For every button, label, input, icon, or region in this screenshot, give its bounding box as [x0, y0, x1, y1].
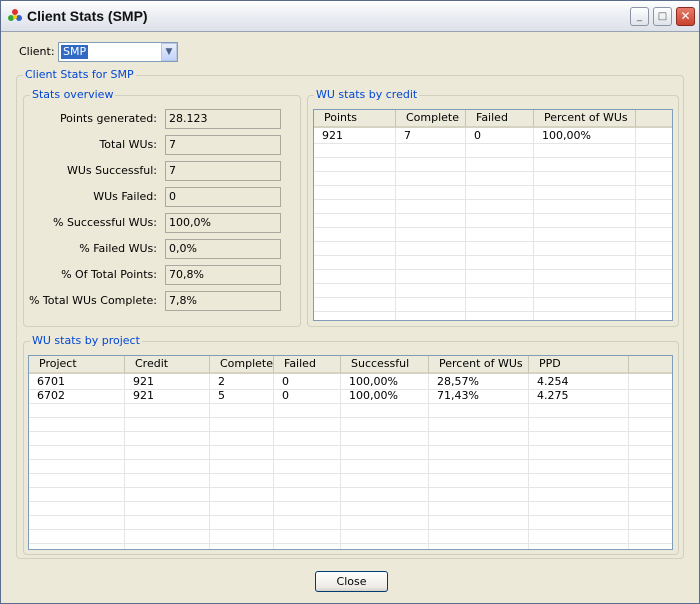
- minimize-icon: _: [637, 11, 642, 22]
- close-icon: ✕: [680, 9, 691, 23]
- table-cell[interactable]: 7: [396, 129, 411, 143]
- row-divider: [314, 171, 672, 172]
- row-divider: [314, 297, 672, 298]
- column-header-filler: [636, 110, 672, 128]
- stat-label: % Total WUs Complete:: [28, 294, 157, 307]
- stat-label: % Of Total Points:: [61, 268, 157, 281]
- stat-value-field: 0: [165, 187, 281, 207]
- row-divider: [29, 501, 672, 502]
- table-cell[interactable]: 0: [274, 389, 289, 403]
- row-divider: [29, 445, 672, 446]
- client-stats-group-title: Client Stats for SMP: [23, 68, 136, 82]
- client-select-value: SMP: [61, 45, 89, 59]
- stat-value-field: 7: [165, 161, 281, 181]
- window-title: Client Stats (SMP): [27, 8, 148, 24]
- table-cell[interactable]: 0: [466, 129, 481, 143]
- row-divider: [314, 185, 672, 186]
- table-cell[interactable]: 6702: [29, 389, 65, 403]
- row-divider: [29, 543, 672, 544]
- stat-value-field: 70,8%: [165, 265, 281, 285]
- table-cell[interactable]: 100,00%: [341, 375, 398, 389]
- column-header[interactable]: Complete: [396, 110, 466, 128]
- row-divider: [314, 157, 672, 158]
- row-divider: [314, 199, 672, 200]
- stat-value-field: 7: [165, 135, 281, 155]
- column-header[interactable]: Percent of WUs: [534, 110, 636, 128]
- table-cell[interactable]: 100,00%: [341, 389, 398, 403]
- row-divider: [314, 241, 672, 242]
- row-divider: [314, 255, 672, 256]
- column-header[interactable]: Percent of WUs: [429, 356, 529, 374]
- row-divider: [314, 269, 672, 270]
- column-header[interactable]: Points: [314, 110, 396, 128]
- column-header-filler: [629, 356, 672, 374]
- column-header[interactable]: Failed: [466, 110, 534, 128]
- table-cell[interactable]: 921: [314, 129, 343, 143]
- table-cell[interactable]: 71,43%: [429, 389, 479, 403]
- row-divider: [314, 143, 672, 144]
- column-header[interactable]: Failed: [274, 356, 341, 374]
- row-divider: [314, 227, 672, 228]
- table-cell[interactable]: 921: [125, 375, 154, 389]
- stat-label: WUs Successful:: [66, 164, 157, 177]
- table-cell[interactable]: 2: [210, 375, 225, 389]
- stat-label: Points generated:: [59, 112, 157, 125]
- stat-value-field: 7,8%: [165, 291, 281, 311]
- stats-overview-title: Stats overview: [30, 88, 116, 102]
- stat-value-field: 100,0%: [165, 213, 281, 233]
- client-select[interactable]: SMP ▼: [58, 42, 178, 62]
- row-divider: [29, 529, 672, 530]
- table-cell[interactable]: 4.275: [529, 389, 569, 403]
- row-divider: [314, 311, 672, 312]
- table-cell[interactable]: 28,57%: [429, 375, 479, 389]
- project-stats-table[interactable]: Project Credit Complete Failed Successful Per…: [28, 355, 673, 550]
- credit-stats-table[interactable]: Points Complete Failed Percent of WUs 921 7 0 1…: [313, 109, 673, 321]
- column-divider: [628, 374, 629, 549]
- column-header[interactable]: Successful: [341, 356, 429, 374]
- stat-label: Total WUs:: [99, 138, 157, 151]
- table-cell[interactable]: 5: [210, 389, 225, 403]
- project-stats-title: WU stats by project: [30, 334, 142, 348]
- table-cell[interactable]: 921: [125, 389, 154, 403]
- close-button[interactable]: Close: [315, 571, 388, 592]
- stat-value-field: 0,0%: [165, 239, 281, 259]
- row-divider: [29, 459, 672, 460]
- title-bar[interactable]: Client Stats (SMP) _ □ ✕: [1, 1, 699, 32]
- client-stats-window: Client Stats (SMP) _ □ ✕ Client: SMP ▼ C…: [0, 0, 700, 604]
- close-window-button[interactable]: ✕: [676, 7, 695, 26]
- stat-value-field: 28.123: [165, 109, 281, 129]
- row-divider: [29, 487, 672, 488]
- row-divider: [29, 403, 672, 404]
- column-header[interactable]: Project: [29, 356, 125, 374]
- chevron-down-icon[interactable]: ▼: [161, 43, 177, 61]
- minimize-button[interactable]: _: [630, 7, 649, 26]
- table-cell[interactable]: 4.254: [529, 375, 569, 389]
- stat-label: % Failed WUs:: [79, 242, 157, 255]
- table-cell[interactable]: 6701: [29, 375, 65, 389]
- row-divider: [314, 213, 672, 214]
- maximize-button[interactable]: □: [653, 7, 672, 26]
- column-header[interactable]: Complete: [210, 356, 274, 374]
- row-divider: [314, 283, 672, 284]
- stat-label: % Successful WUs:: [53, 216, 157, 229]
- credit-stats-title: WU stats by credit: [314, 88, 420, 102]
- row-divider: [29, 431, 672, 432]
- row-divider: [29, 515, 672, 516]
- table-cell[interactable]: 0: [274, 375, 289, 389]
- stat-label: WUs Failed:: [93, 190, 157, 203]
- maximize-icon: □: [657, 11, 668, 22]
- column-header[interactable]: PPD: [529, 356, 629, 374]
- app-icon: [8, 9, 22, 21]
- column-header[interactable]: Credit: [125, 356, 210, 374]
- row-divider: [29, 417, 672, 418]
- table-cell[interactable]: 100,00%: [534, 129, 591, 143]
- client-label: Client:: [19, 45, 55, 58]
- row-divider: [29, 473, 672, 474]
